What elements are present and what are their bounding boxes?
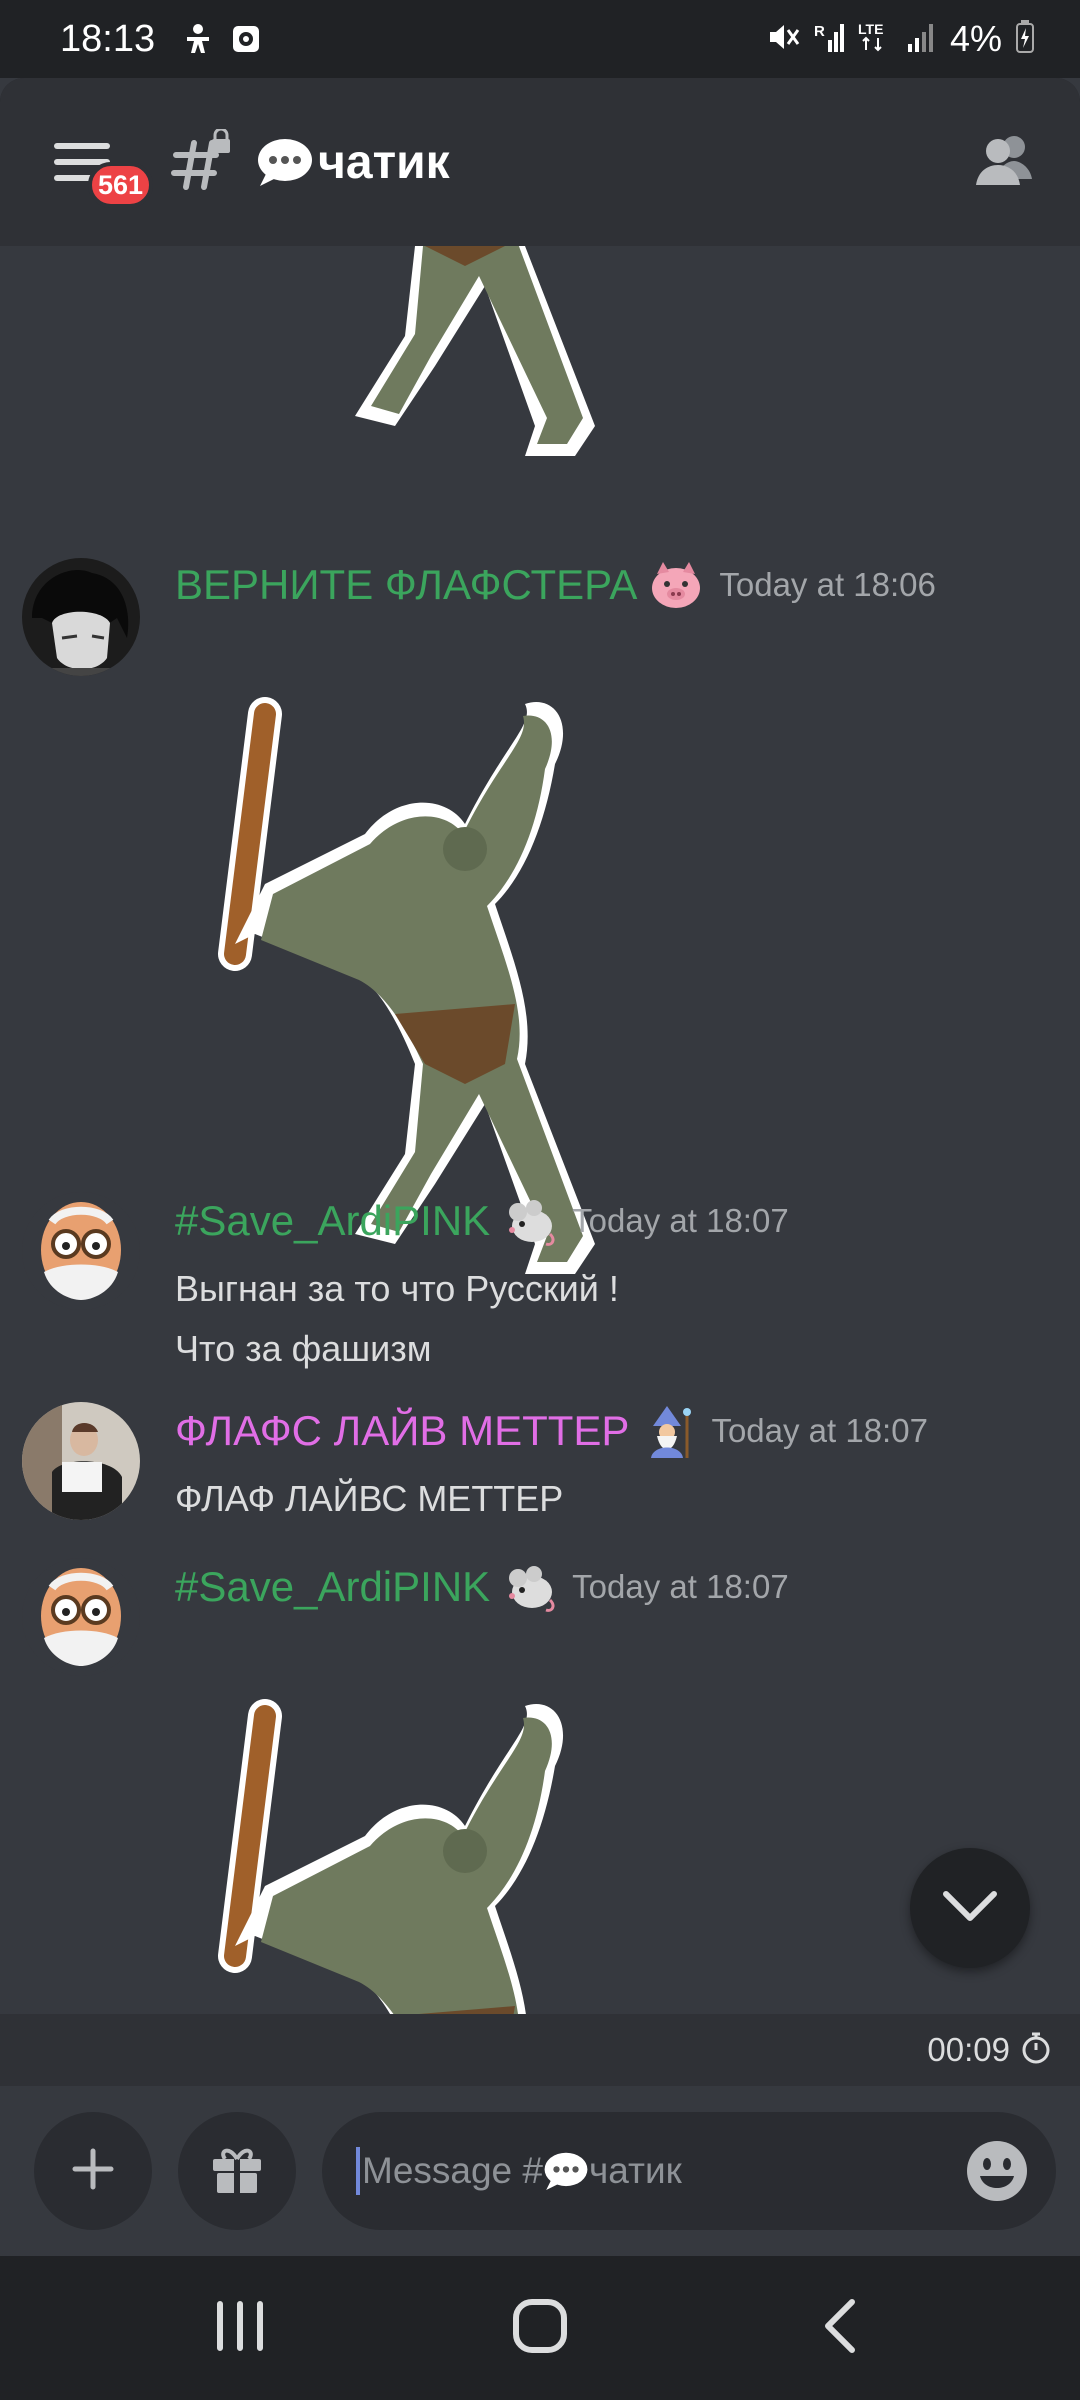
message-placeholder: Message # чатик bbox=[362, 2150, 682, 2192]
channel-title[interactable]: чатик bbox=[256, 135, 450, 190]
avatar[interactable] bbox=[22, 1192, 140, 1310]
message-header: #Save_ArdiPINK Today at 18:07 bbox=[175, 1560, 789, 1614]
timestamp: Today at 18:07 bbox=[572, 1202, 789, 1239]
back-button[interactable] bbox=[795, 2283, 885, 2373]
plus-icon bbox=[71, 2147, 115, 2196]
message-text: ФЛАФ ЛАЙВС МЕТТЕР bbox=[175, 1478, 564, 1519]
avatar[interactable] bbox=[22, 1558, 140, 1676]
message-list[interactable]: ВЕРНИТЕ ФЛАФСТЕРА Today at 18:06 #Save_A… bbox=[0, 246, 1080, 2014]
troll-sticker-image[interactable] bbox=[195, 1686, 645, 2014]
timestamp: Today at 18:07 bbox=[711, 1412, 928, 1449]
status-bar: 18:13 R LTE 4% bbox=[0, 0, 1080, 78]
home-icon bbox=[512, 2298, 568, 2359]
slowmode-bar: 00:09 bbox=[0, 2014, 1080, 2086]
emoji-picker-icon[interactable] bbox=[964, 2138, 1030, 2204]
pig-role-icon bbox=[649, 558, 703, 612]
battery-percent: 4% bbox=[949, 18, 1002, 59]
lte-icon: LTE bbox=[858, 20, 892, 59]
status-time: 18:13 bbox=[60, 17, 156, 60]
message-text: Что за фашизм bbox=[175, 1328, 432, 1369]
timestamp: Today at 18:06 bbox=[719, 566, 936, 603]
gift-button[interactable] bbox=[178, 2112, 296, 2230]
rat-role-icon bbox=[502, 1194, 556, 1248]
menu-button[interactable]: 561 bbox=[54, 132, 154, 208]
screen-record-icon bbox=[229, 22, 263, 56]
rat-role-icon bbox=[502, 1560, 556, 1614]
chevron-down-icon bbox=[940, 1888, 1000, 1929]
message-composer: Message # чатик bbox=[0, 2086, 1080, 2256]
message-input[interactable]: Message # чатик bbox=[322, 2112, 1056, 2230]
channel-name: чатик bbox=[318, 135, 450, 189]
jump-to-bottom-button[interactable] bbox=[910, 1848, 1030, 1968]
message-text: Выгнан за то что Русский ! bbox=[175, 1268, 619, 1309]
accessibility-icon bbox=[181, 22, 215, 56]
locked-channel-hash-icon bbox=[168, 127, 234, 195]
username[interactable]: #Save_ArdiPINK bbox=[175, 1563, 490, 1611]
slowmode-timer: 00:09 bbox=[927, 2031, 1010, 2068]
avatar[interactable] bbox=[22, 1402, 140, 1520]
mention-badge: 561 bbox=[88, 162, 154, 208]
signal-icon bbox=[906, 20, 936, 59]
username[interactable]: #Save_ArdiPINK bbox=[175, 1197, 490, 1245]
speech-bubble-icon bbox=[543, 2150, 589, 2192]
username[interactable]: ФЛАФС ЛАЙВ МЕТТЕР bbox=[175, 1407, 629, 1455]
header-bar: 561 чатик bbox=[0, 78, 1080, 246]
home-button[interactable] bbox=[495, 2283, 585, 2373]
recent-apps-button[interactable] bbox=[195, 2283, 285, 2373]
channel-header: 561 чатик bbox=[0, 78, 1080, 246]
avatar[interactable] bbox=[22, 558, 140, 676]
gift-icon bbox=[209, 2143, 265, 2200]
stopwatch-icon bbox=[1020, 2031, 1052, 2070]
placeholder-channel: чатик bbox=[589, 2150, 682, 2191]
speech-bubble-icon bbox=[256, 136, 314, 188]
system-nav-bar bbox=[0, 2256, 1080, 2400]
signal-r-icon: R bbox=[814, 20, 844, 59]
text-caret bbox=[356, 2147, 360, 2195]
timestamp: Today at 18:07 bbox=[572, 1568, 789, 1605]
message-header: ФЛАФС ЛАЙВ МЕТТЕР Today at 18:07 bbox=[175, 1404, 928, 1458]
mute-icon bbox=[766, 20, 800, 59]
status-indicators: R LTE 4% bbox=[766, 18, 1034, 60]
attach-button[interactable] bbox=[34, 2112, 152, 2230]
svg-text:R: R bbox=[814, 23, 825, 40]
troll-sticker-image[interactable] bbox=[195, 246, 645, 506]
members-icon[interactable] bbox=[970, 127, 1040, 197]
username[interactable]: ВЕРНИТЕ ФЛАФСТЕРА bbox=[175, 561, 637, 609]
battery-charging-icon bbox=[1016, 19, 1034, 59]
wizard-role-icon bbox=[641, 1404, 695, 1458]
placeholder-prefix: Message # bbox=[362, 2150, 543, 2191]
message-header: ВЕРНИТЕ ФЛАФСТЕРА Today at 18:06 bbox=[175, 558, 936, 612]
back-icon bbox=[820, 2298, 860, 2359]
message-header: #Save_ArdiPINK Today at 18:07 bbox=[175, 1194, 789, 1248]
menu-bar bbox=[54, 143, 110, 149]
recent-apps-icon bbox=[212, 2300, 268, 2357]
svg-text:LTE: LTE bbox=[858, 21, 883, 37]
